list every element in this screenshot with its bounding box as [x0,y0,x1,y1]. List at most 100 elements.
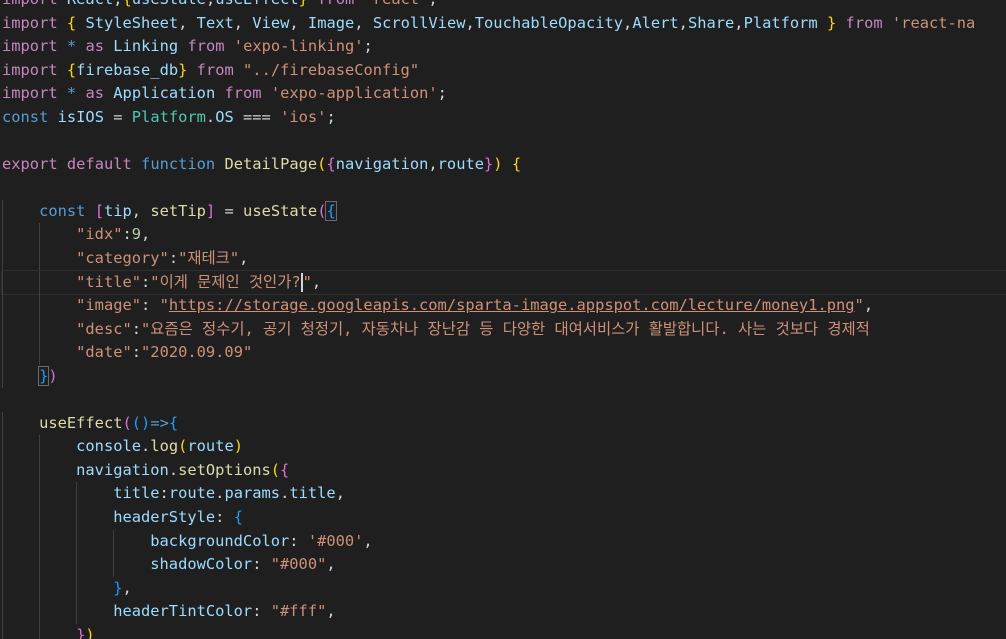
code-token: "desc" [76,319,132,338]
code-token: title [289,484,336,503]
code-token: : [131,343,142,362]
indent-guide [39,294,41,318]
code-line[interactable]: backgroundColor: '#000', [2,529,1006,554]
matched-bracket: { [325,200,337,221]
indent-guide [39,600,41,624]
code-token: = [103,107,132,126]
code-token: } [484,154,494,173]
code-token: ) [48,366,58,385]
code-token: , [206,0,215,8]
code-token: === [233,107,281,126]
code-editor[interactable]: import React,{useState,useEffect} from '… [0,0,1006,639]
code-token: as [85,37,104,56]
code-token: firebase_db [76,60,179,79]
indent-guide [39,482,41,507]
code-line[interactable]: shadowColor: "#000", [2,553,1006,577]
code-token: View [252,13,290,32]
code-token: OS [215,107,234,126]
code-token: 'react-na [891,13,976,32]
code-token: ; [437,84,447,103]
code-line[interactable] [2,176,1006,200]
code-line[interactable]: headerTintColor: "#fff", [2,600,1006,624]
code-token: ; [428,0,437,8]
code-token: ; [326,107,336,126]
code-line[interactable]: }, [2,576,1006,601]
code-token: , [335,484,345,503]
code-line[interactable]: "date":"2020.09.09" [2,341,1006,365]
indent-guide [2,435,3,459]
code-lines[interactable]: import React,{useState,useEffect} from '… [1,0,1006,639]
indent-guide [39,553,41,577]
code-token: export [2,154,58,173]
code-token: 'expo-application' [270,84,438,103]
code-token: . [280,484,290,503]
code-line[interactable] [2,129,1006,153]
code-line[interactable]: navigation.setOptions({ [2,458,1006,483]
code-line[interactable]: import { StyleSheet, Text, View, Image, … [2,12,1006,36]
code-token: : [141,296,160,315]
code-token: , [354,13,373,32]
indent-guide [2,247,3,271]
code-token: { [66,60,77,79]
code-line[interactable]: "image": "https://storage.googleapis.com… [2,294,1006,318]
code-token: Platform [743,13,818,32]
code-token: Image [307,13,355,32]
indent-guide [76,576,78,601]
code-line[interactable]: import * as Linking from 'expo-linking'; [2,35,1006,59]
code-token: ) [85,625,95,639]
code-token: params [224,484,281,503]
code-token: , [863,296,874,315]
code-token: shadowColor [150,555,253,574]
code-line[interactable]: headerStyle: { [2,506,1006,530]
code-token: headerStyle [113,508,216,527]
code-line[interactable]: console.log(route) [2,435,1006,459]
code-token: "재테크" [178,249,240,268]
code-line[interactable]: const isIOS = Platform.OS === 'ios'; [2,106,1006,130]
code-line[interactable]: export default function DetailPage({navi… [2,153,1006,177]
code-line[interactable]: "idx":9, [2,223,1006,248]
code-token: ( [270,460,281,479]
code-token: : [141,272,151,291]
code-token: Share [687,13,735,32]
code-line[interactable]: const [tip, setTip] = useState({ [2,199,1006,224]
code-line[interactable]: import * as Application from 'expo-appli… [2,82,1006,106]
code-line[interactable]: "category":"재테크", [2,247,1006,271]
code-token: , [311,272,322,291]
code-token: from [845,13,883,32]
code-line[interactable] [2,388,1006,412]
code-line[interactable]: "desc":"요즘은 정수기, 공기 청정기, 자동차나 장난감 등 다양한 … [2,317,1006,342]
code-line[interactable]: import {firebase_db} from "../firebaseCo… [2,59,1006,83]
code-token: navigation [335,154,429,173]
code-token: route [187,437,234,456]
indent-guide [76,529,78,554]
code-token: Platform [131,107,206,126]
indent-guide [39,458,41,483]
code-token: , [289,13,308,32]
code-token: "#000" [270,555,327,574]
indent-guide [39,506,41,530]
code-line[interactable]: import React,{useState,useEffect} from '… [2,0,1006,12]
code-line[interactable]: useEffect(()=>{ [2,411,1006,436]
code-token: StyleSheet [85,13,179,32]
code-line[interactable]: }) [2,623,1006,639]
code-token: , [623,13,633,32]
code-line[interactable]: }) [2,364,1006,389]
code-line[interactable]: "title":"이게 문제인 것인가? ", [1,269,1006,296]
code-token: : [289,531,308,550]
code-line[interactable]: title:route.params.title, [2,482,1006,507]
code-token: import [2,60,58,79]
